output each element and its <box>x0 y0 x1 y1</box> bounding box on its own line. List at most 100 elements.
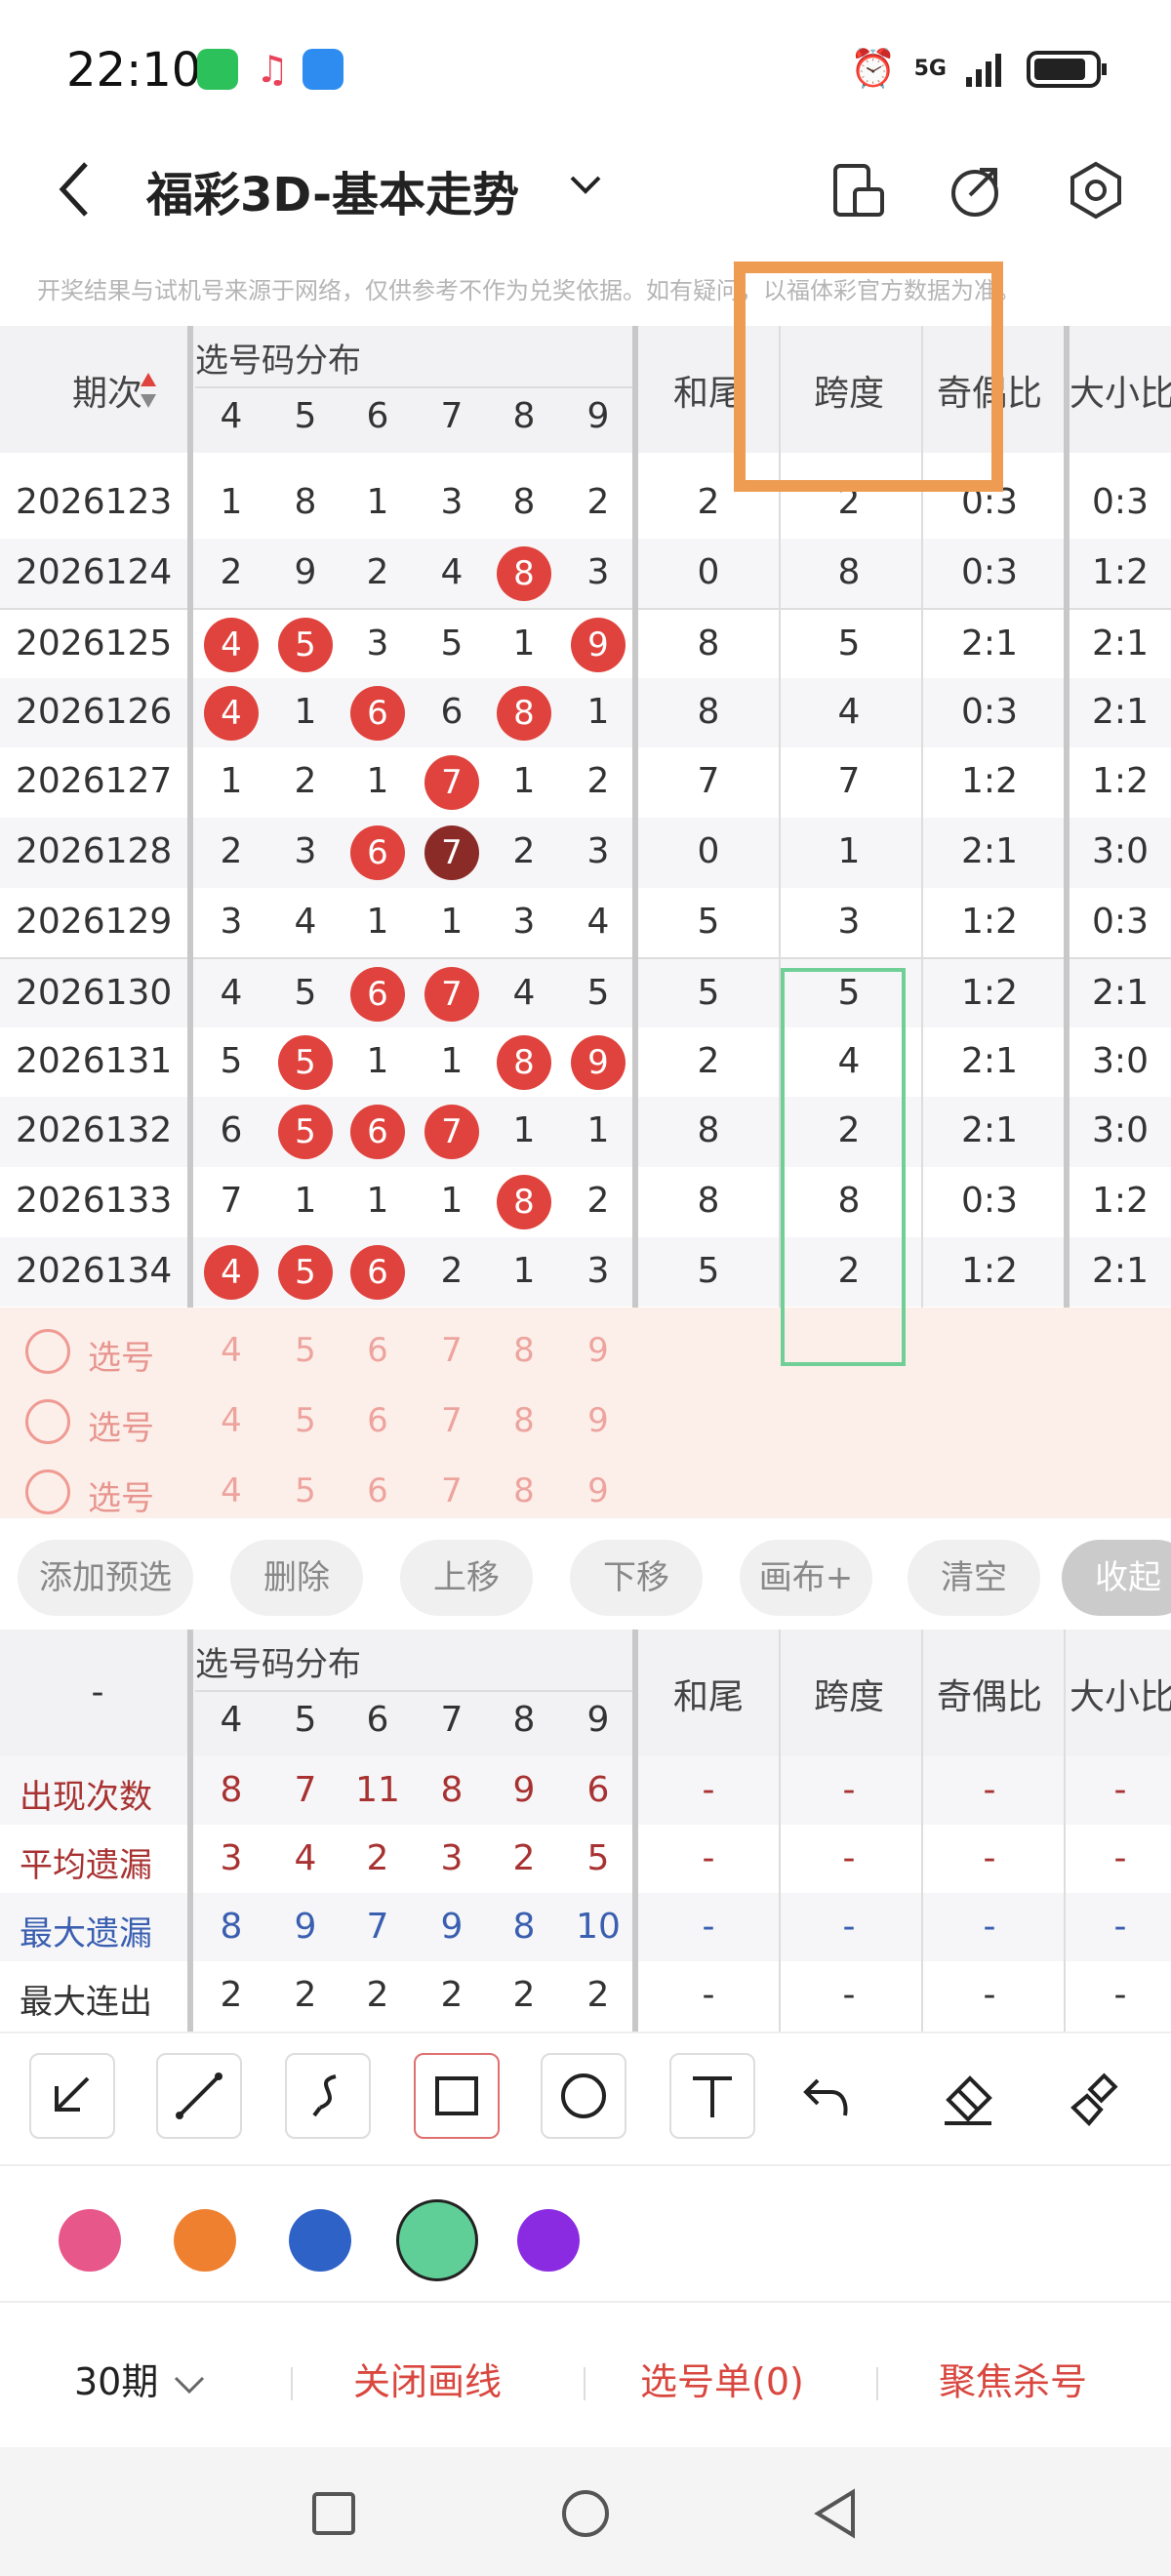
pick-digit[interactable]: 4 <box>195 1471 267 1510</box>
pick-digit[interactable]: 8 <box>488 1331 560 1370</box>
orientation-icon[interactable] <box>826 158 890 222</box>
clear-button[interactable]: 清空 <box>908 1540 1040 1616</box>
pick-digit[interactable]: 9 <box>562 1401 634 1440</box>
color-swatch[interactable] <box>289 2209 351 2272</box>
add-preselect-button[interactable]: 添加预选 <box>18 1540 193 1616</box>
pick-digit[interactable]: 6 <box>342 1331 414 1370</box>
hit-ball: 7 <box>424 967 479 1023</box>
pick-digit[interactable]: 7 <box>416 1401 488 1440</box>
digit-cell: 1 <box>512 1250 536 1291</box>
collapse-button[interactable]: 收起 <box>1062 1540 1171 1616</box>
digit-header-row: 4 5 6 7 8 9 <box>195 386 634 451</box>
color-swatch[interactable] <box>517 2209 580 2272</box>
pick-radio[interactable] <box>25 1469 70 1514</box>
digit-header: 5 <box>294 396 317 436</box>
pick-label[interactable]: 选号 <box>88 1471 154 1519</box>
period-select[interactable]: 30期 <box>74 2352 209 2405</box>
stats-value: 4 <box>294 1838 317 1878</box>
kuadu-cell: 7 <box>837 761 861 802</box>
select-arrow-tool-icon[interactable] <box>29 2053 115 2139</box>
focus-kill-button[interactable]: 聚焦杀号 <box>939 2352 1087 2405</box>
pick-digit[interactable]: 7 <box>416 1471 488 1510</box>
home-icon[interactable] <box>560 2488 611 2539</box>
chevron-down-icon[interactable] <box>566 166 605 205</box>
pick-radio[interactable] <box>25 1329 70 1374</box>
table-row: 2026134 4 5 6 2 1 3 5 2 1:2 2:1 <box>0 1236 1171 1308</box>
pick-radio[interactable] <box>25 1399 70 1444</box>
digit-cell: 5 <box>440 624 464 664</box>
pick-digit[interactable]: 8 <box>488 1471 560 1510</box>
hit-ball: 7 <box>424 825 479 880</box>
col-divider <box>779 1630 781 2032</box>
network-label: 5G <box>913 57 947 81</box>
canvas-plus-button[interactable]: 画布+ <box>740 1540 872 1616</box>
color-swatch[interactable] <box>174 2209 236 2272</box>
sort-icon[interactable] <box>139 371 158 410</box>
digit-cell: 2 <box>586 1181 610 1221</box>
digit-cell: 1 <box>366 482 389 522</box>
hewei-cell: 8 <box>697 1181 720 1221</box>
col-divider <box>1064 326 1070 1308</box>
stats-value: 8 <box>220 1770 243 1810</box>
digit-cell: 4 <box>586 901 610 942</box>
pick-digit[interactable]: 5 <box>269 1471 342 1510</box>
share-icon[interactable] <box>943 158 1007 222</box>
digit-cell: 8 <box>294 482 317 522</box>
stats-dash-cell: - <box>702 1907 715 1947</box>
pick-digit[interactable]: 5 <box>269 1331 342 1370</box>
text-tool-icon[interactable] <box>669 2053 755 2139</box>
move-up-button[interactable]: 上移 <box>400 1540 533 1616</box>
pick-digit[interactable]: 5 <box>269 1401 342 1440</box>
hewei-cell: 5 <box>697 1250 720 1291</box>
pick-digit[interactable]: 7 <box>416 1331 488 1370</box>
digit-cell: 5 <box>220 1040 243 1081</box>
stats-row: 最大连出 2 2 2 2 2 2 - - - - <box>0 1961 1171 2030</box>
close-lines-button[interactable]: 关闭画线 <box>353 2352 502 2405</box>
hit-ball: 6 <box>350 967 405 1023</box>
eraser-icon[interactable] <box>941 2073 995 2131</box>
pick-digit[interactable]: 9 <box>562 1331 634 1370</box>
wechat-icon <box>197 49 238 90</box>
curve-tool-icon[interactable] <box>285 2053 371 2139</box>
period-cell: 2026132 <box>16 1110 173 1151</box>
pick-digit[interactable]: 8 <box>488 1401 560 1440</box>
selection-list-button[interactable]: 选号单(0) <box>640 2352 804 2405</box>
pick-digit[interactable]: 6 <box>342 1401 414 1440</box>
circle-tool-icon[interactable] <box>541 2053 626 2139</box>
digit-header: 4 <box>220 1700 243 1740</box>
table-row: 2026131 5 5 1 1 8 9 2 4 2:1 3:0 <box>0 1027 1171 1098</box>
col-divider <box>921 1630 923 2032</box>
stats-value: 2 <box>366 1838 389 1878</box>
jiou-cell: 1:2 <box>961 973 1018 1014</box>
recents-icon[interactable] <box>310 2490 357 2537</box>
stats-value: 2 <box>586 1975 610 2015</box>
delete-button[interactable]: 删除 <box>230 1540 363 1616</box>
stats-value: 11 <box>355 1770 400 1810</box>
pick-digit[interactable]: 4 <box>195 1331 267 1370</box>
undo-icon[interactable] <box>800 2073 855 2131</box>
move-down-button[interactable]: 下移 <box>570 1540 703 1616</box>
digit-cell: 9 <box>294 551 317 592</box>
stats-dash-cell: - <box>702 1770 715 1810</box>
color-swatch[interactable] <box>396 2199 478 2281</box>
pick-digit[interactable]: 9 <box>562 1471 634 1510</box>
hit-ball: 5 <box>278 1244 333 1300</box>
settings-icon[interactable] <box>1064 158 1128 222</box>
pick-digit[interactable]: 4 <box>195 1401 267 1440</box>
line-tool-icon[interactable] <box>156 2053 242 2139</box>
pick-label[interactable]: 选号 <box>88 1331 154 1379</box>
hewei-header: 和尾 <box>672 1677 744 1717</box>
pick-label[interactable]: 选号 <box>88 1401 154 1449</box>
hewei-cell: 0 <box>697 551 720 592</box>
stats-dash-cell: - <box>1113 1838 1127 1878</box>
clear-brush-icon[interactable] <box>1070 2073 1124 2131</box>
table-row: 2026125 4 5 3 5 1 9 8 5 2:1 2:1 <box>0 608 1171 678</box>
back-arrow-icon[interactable] <box>49 154 107 222</box>
digit-cell: 1 <box>512 761 536 802</box>
color-swatch[interactable] <box>59 2209 121 2272</box>
jiou-cell: 2:1 <box>961 1040 1018 1081</box>
rectangle-tool-icon[interactable] <box>414 2053 500 2139</box>
pick-digit[interactable]: 6 <box>342 1471 414 1510</box>
col-divider <box>187 1630 193 2032</box>
back-nav-icon[interactable] <box>810 2488 861 2539</box>
